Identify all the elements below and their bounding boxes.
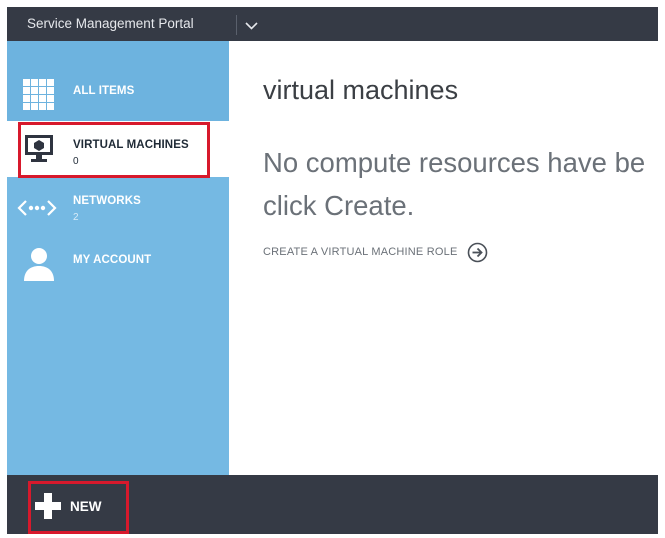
main-content: virtual machines No compute resources ha… bbox=[229, 41, 658, 475]
page-title: virtual machines bbox=[263, 75, 459, 105]
topbar-divider bbox=[236, 15, 237, 35]
monitor-icon bbox=[25, 135, 53, 162]
portal-window: Service Management Portal ALL ITEMS VIRT… bbox=[7, 7, 658, 534]
empty-state-line: click Create. bbox=[263, 190, 415, 221]
grid-icon bbox=[23, 79, 54, 110]
sidebar-item-label: MY ACCOUNT bbox=[73, 254, 152, 266]
sidebar-item-count: 0 bbox=[73, 156, 79, 167]
user-icon bbox=[24, 248, 54, 281]
sidebar-item-all-items[interactable]: ALL ITEMS bbox=[7, 41, 229, 121]
plus-icon bbox=[35, 493, 61, 519]
chevron-down-icon bbox=[245, 22, 258, 30]
arrow-right-circle-icon bbox=[468, 242, 488, 262]
top-bar: Service Management Portal bbox=[7, 7, 658, 41]
sidebar-item-networks[interactable]: NETWORKS 2 bbox=[7, 177, 229, 235]
sidebar-item-my-account[interactable]: MY ACCOUNT bbox=[7, 235, 229, 291]
sidebar-item-virtual-machines[interactable]: VIRTUAL MACHINES 0 bbox=[7, 121, 229, 177]
new-button[interactable]: NEW bbox=[35, 491, 102, 521]
empty-state-message: No compute resources have be click Creat… bbox=[263, 141, 658, 227]
sidebar-item-label: VIRTUAL MACHINES bbox=[73, 139, 189, 151]
portal-dropdown-button[interactable] bbox=[239, 13, 265, 37]
create-vm-role-link[interactable]: CREATE A VIRTUAL MACHINE ROLE bbox=[263, 241, 488, 263]
command-bar: NEW bbox=[7, 475, 658, 534]
sidebar: ALL ITEMS VIRTUAL MACHINES 0 NETWORKS 2 … bbox=[7, 41, 229, 475]
portal-title: Service Management Portal bbox=[27, 16, 194, 31]
sidebar-item-label: ALL ITEMS bbox=[73, 85, 135, 97]
create-vm-role-label: CREATE A VIRTUAL MACHINE ROLE bbox=[263, 246, 458, 258]
empty-state-line: No compute resources have be bbox=[263, 147, 646, 178]
sidebar-item-label: NETWORKS bbox=[73, 195, 141, 207]
network-icon bbox=[17, 200, 57, 216]
new-button-label: NEW bbox=[70, 498, 102, 514]
sidebar-item-count: 2 bbox=[73, 212, 79, 223]
